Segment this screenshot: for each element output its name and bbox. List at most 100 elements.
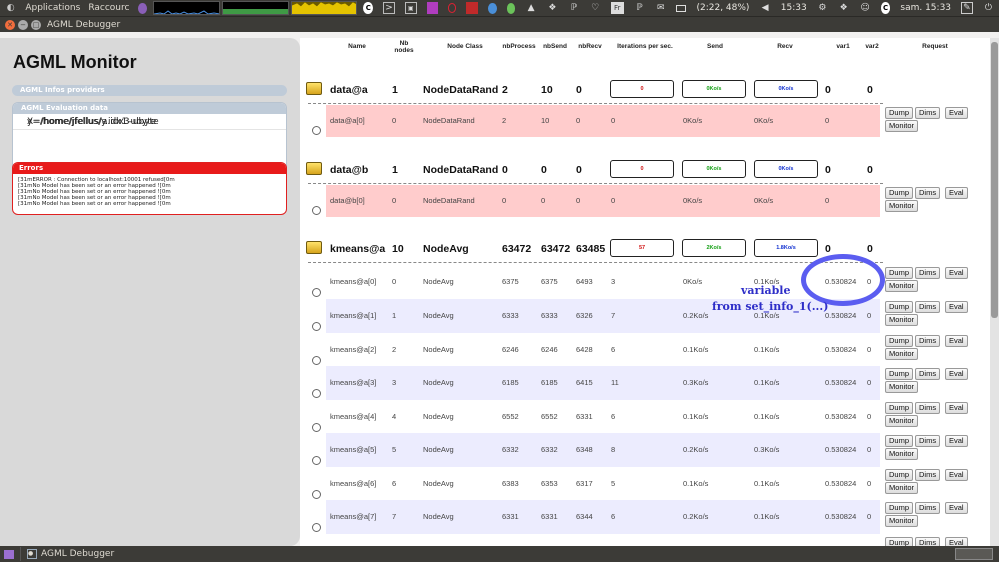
dump-button[interactable]: Dump	[885, 469, 914, 481]
window-titlebar[interactable]: ✕ − □ AGML Debugger	[0, 16, 999, 32]
node-select-radio[interactable]	[312, 322, 321, 331]
folder-monitor-icon[interactable]	[306, 162, 322, 175]
eval-button[interactable]: Eval	[945, 107, 968, 119]
eval-button[interactable]: Eval	[945, 469, 968, 481]
power-icon[interactable]: ⏻	[983, 2, 994, 14]
eval-button[interactable]: Eval	[945, 267, 968, 279]
volume-icon[interactable]: ◀	[759, 2, 770, 14]
eval-button[interactable]: Eval	[945, 537, 968, 546]
dump-button[interactable]: Dump	[885, 435, 914, 447]
network-icon[interactable]: ▲	[525, 2, 536, 14]
eval-button[interactable]: Eval	[945, 368, 968, 380]
eval-button[interactable]: Eval	[945, 335, 968, 347]
taskbar-item-agml-debugger[interactable]: AGML Debugger	[41, 549, 114, 559]
vertical-scrollbar[interactable]	[990, 38, 999, 546]
monitor-button[interactable]: Monitor	[885, 415, 919, 427]
mail-icon[interactable]: ✉	[655, 2, 666, 14]
node-select-radio[interactable]	[312, 490, 321, 499]
maximize-window-button[interactable]: □	[31, 19, 41, 30]
red-app-icon[interactable]	[466, 2, 478, 14]
dims-button[interactable]: Dims	[915, 502, 941, 514]
dims-button[interactable]: Dims	[915, 435, 941, 447]
node-select-radio[interactable]	[312, 206, 321, 215]
terminal-icon[interactable]: >	[383, 2, 395, 14]
eval-button[interactable]: Eval	[945, 435, 968, 447]
folder-monitor-icon[interactable]	[306, 241, 322, 254]
monitor-button[interactable]: Monitor	[885, 200, 919, 212]
node-select-radio[interactable]	[312, 456, 321, 465]
user-status-icon[interactable]: ☺	[859, 2, 870, 14]
record-icon[interactable]	[447, 3, 457, 13]
node-select-radio[interactable]	[312, 423, 321, 432]
node-select-radio[interactable]	[312, 126, 321, 135]
dims-button[interactable]: Dims	[915, 335, 941, 347]
close-window-button[interactable]: ✕	[5, 19, 15, 30]
monitor-button[interactable]: Monitor	[885, 482, 919, 494]
app-icon[interactable]	[138, 2, 148, 14]
errors-header[interactable]: Errors	[13, 163, 286, 174]
eval-button[interactable]: Eval	[945, 301, 968, 313]
eval-button[interactable]: Eval	[945, 187, 968, 199]
purple-app-icon[interactable]	[426, 2, 438, 14]
node-select-radio[interactable]	[312, 389, 321, 398]
monitor-button[interactable]: Monitor	[885, 120, 919, 132]
bluetooth-icon[interactable]: ℙ	[568, 2, 579, 14]
workspace-switcher[interactable]	[955, 548, 993, 560]
dims-button[interactable]: Dims	[915, 537, 941, 546]
chat-icon[interactable]: ❖	[838, 2, 849, 14]
dims-button[interactable]: Dims	[915, 368, 941, 380]
monitor-button[interactable]: Monitor	[885, 348, 919, 360]
dump-button[interactable]: Dump	[885, 537, 914, 546]
monitor-button[interactable]: Monitor	[885, 448, 919, 460]
monitor-button[interactable]: Monitor	[885, 381, 919, 393]
dims-button[interactable]: Dims	[915, 469, 941, 481]
folder-monitor-icon[interactable]	[306, 82, 322, 95]
dropbox-icon[interactable]: ❖	[547, 2, 558, 14]
dims-button[interactable]: Dims	[915, 107, 941, 119]
dump-button[interactable]: Dump	[885, 335, 914, 347]
node-select-radio[interactable]	[312, 288, 321, 297]
bluetooth-status-icon[interactable]: ℙ	[634, 2, 645, 14]
taskbar-window-icon[interactable]: ●	[27, 549, 37, 559]
dump-button[interactable]: Dump	[885, 368, 914, 380]
dump-button[interactable]: Dump	[885, 301, 914, 313]
green-app-icon[interactable]	[506, 2, 516, 14]
ubuntu-logo-icon[interactable]: ◐	[5, 2, 16, 14]
node-select-radio[interactable]	[312, 523, 321, 532]
dims-button[interactable]: Dims	[915, 187, 941, 199]
clock-time[interactable]: 15:33	[781, 3, 807, 13]
eval-button[interactable]: Eval	[945, 402, 968, 414]
chrome-icon[interactable]	[487, 2, 497, 14]
copyleft-icon-2[interactable]: C	[880, 2, 891, 14]
clock-datetime[interactable]: sam. 15:33	[900, 3, 951, 13]
monitor-icon[interactable]: ▣	[404, 2, 417, 14]
raccourcis-menu[interactable]: Raccourc	[84, 0, 133, 16]
monitor-button[interactable]: Monitor	[885, 280, 919, 292]
wifi-icon[interactable]: ♡	[589, 2, 600, 14]
infos-providers-panel[interactable]: AGML Infos providers	[12, 85, 287, 96]
dims-button[interactable]: Dims	[915, 301, 941, 313]
dump-button[interactable]: Dump	[885, 267, 914, 279]
dump-button[interactable]: Dump	[885, 502, 914, 514]
show-desktop-icon[interactable]	[4, 549, 14, 559]
settings-gear-icon[interactable]: ⚙	[817, 2, 828, 14]
dims-button[interactable]: Dims	[915, 402, 941, 414]
edit-icon[interactable]: ✎	[961, 2, 973, 14]
scrollbar-thumb[interactable]	[991, 42, 998, 318]
copyleft-icon[interactable]: C	[363, 2, 374, 14]
battery-icon[interactable]	[676, 4, 687, 12]
minimize-window-button[interactable]: −	[18, 19, 28, 30]
dump-button[interactable]: Dump	[885, 402, 914, 414]
monitor-button[interactable]: Monitor	[885, 314, 919, 326]
dump-button[interactable]: Dump	[885, 187, 914, 199]
dims-button[interactable]: Dims	[915, 267, 941, 279]
evaluation-data-header[interactable]: AGML Evaluation data	[13, 103, 286, 114]
monitor-button[interactable]: Monitor	[885, 515, 919, 527]
dump-button[interactable]: Dump	[885, 107, 914, 119]
keyboard-layout[interactable]: Fr	[610, 2, 624, 14]
node-select-radio[interactable]	[312, 356, 321, 365]
node-nb-process: 6375	[502, 277, 519, 286]
applications-menu[interactable]: Applications	[21, 0, 84, 16]
eval-button[interactable]: Eval	[945, 502, 968, 514]
battery-status[interactable]: (2:22, 48%)	[696, 3, 749, 13]
